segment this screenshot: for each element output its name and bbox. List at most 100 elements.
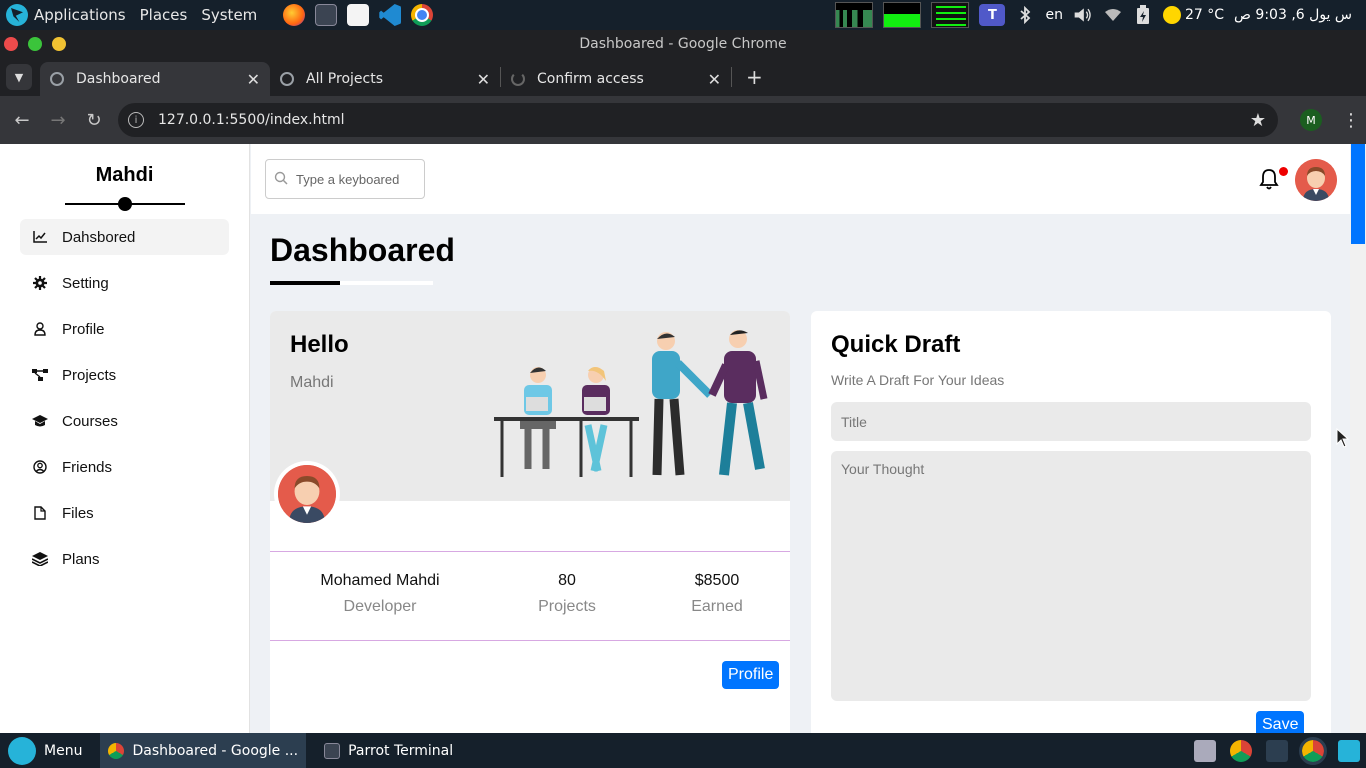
- profile-avatar[interactable]: M: [1300, 109, 1322, 131]
- main-content: Dashboared Hello Mahdi: [251, 144, 1350, 733]
- stat-value: Mohamed Mahdi: [320, 572, 440, 589]
- temperature: 27 °C: [1184, 7, 1225, 23]
- taskbar-item-terminal[interactable]: Parrot Terminal: [316, 733, 461, 768]
- settings-app-icon[interactable]: [1338, 739, 1360, 762]
- window-title: Dashboared - Google Chrome: [579, 36, 787, 52]
- globe-icon: [50, 72, 64, 86]
- stat-value: 80: [558, 572, 576, 589]
- sidebar-item-setting[interactable]: Setting: [20, 265, 229, 301]
- url-text[interactable]: 127.0.0.1:5500/index.html: [158, 112, 345, 128]
- network-graph-icon: [931, 2, 970, 28]
- start-menu-button[interactable]: Menu: [0, 733, 90, 768]
- bluetooth-icon[interactable]: [1015, 5, 1035, 25]
- tab-all-projects[interactable]: All Projects ✕: [270, 62, 500, 96]
- quick-draft-heading: Quick Draft: [831, 331, 961, 358]
- address-bar[interactable]: i 127.0.0.1:5500/index.html ★: [118, 103, 1278, 137]
- search-input[interactable]: [296, 171, 416, 187]
- sidebar-item-profile[interactable]: Profile: [20, 311, 229, 347]
- profile-button[interactable]: Profile: [722, 661, 780, 689]
- search-box[interactable]: [265, 159, 425, 199]
- wifi-icon[interactable]: [1103, 5, 1123, 25]
- taskbar-item-chrome[interactable]: Dashboared - Google ...: [100, 733, 307, 768]
- graduation-cap-icon: [32, 413, 48, 429]
- bookmark-star-icon[interactable]: ★: [1250, 110, 1266, 131]
- tab-confirm-access[interactable]: Confirm access ✕: [501, 62, 731, 96]
- sidebar-item-files[interactable]: Files: [20, 495, 229, 531]
- new-tab-button[interactable]: +: [746, 65, 763, 89]
- welcome-name: Mahdi: [290, 374, 334, 391]
- stat-name: Mohamed Mahdi Developer: [310, 572, 450, 616]
- tab-dashboared[interactable]: Dashboared ✕: [40, 62, 270, 96]
- reload-icon[interactable]: ↻: [76, 110, 112, 131]
- sidebar-item-label: Plans: [62, 550, 100, 568]
- notification-badge: [1279, 167, 1288, 176]
- app-launchers: [283, 4, 434, 26]
- stat-label: Earned: [691, 598, 743, 615]
- sidebar-item-friends[interactable]: Friends: [20, 449, 229, 485]
- teams-icon[interactable]: T: [979, 4, 1006, 26]
- chrome-icon[interactable]: [411, 4, 434, 26]
- more-vertical-icon[interactable]: ⋮: [1342, 110, 1360, 131]
- keyboard-language[interactable]: en: [1045, 7, 1063, 23]
- clock[interactable]: س يول 6, 9:03 ص: [1234, 7, 1352, 23]
- diagram-project-icon: [32, 367, 48, 383]
- os-menu-applications[interactable]: Applications: [34, 6, 126, 24]
- back-arrow-icon[interactable]: ←: [4, 110, 40, 131]
- chrome-icon[interactable]: [1230, 739, 1252, 762]
- chrome-window-icon[interactable]: [1299, 736, 1327, 765]
- os-menu-places[interactable]: Places: [140, 6, 188, 24]
- close-tab-icon[interactable]: ✕: [247, 70, 260, 89]
- team-illustration: [494, 330, 768, 477]
- system-tray: T en 27 °C س يول 6, 9:03 ص: [835, 0, 1366, 30]
- sidebar-item-plans[interactable]: Plans: [20, 541, 229, 577]
- close-tab-icon[interactable]: ✕: [477, 70, 490, 89]
- page-scrollbar[interactable]: [1350, 144, 1366, 733]
- tab-title: Dashboared: [76, 71, 161, 87]
- terminal-icon[interactable]: [315, 4, 338, 26]
- weather-icon: [1162, 6, 1181, 24]
- circle-user-icon: [32, 459, 48, 475]
- chrome-icon: [108, 742, 125, 759]
- volume-icon[interactable]: [1073, 5, 1093, 25]
- tab-title: Confirm access: [537, 71, 644, 87]
- close-window-button[interactable]: [4, 37, 18, 51]
- draft-title-input[interactable]: [831, 402, 1311, 441]
- title-underline: [270, 281, 433, 285]
- parrot-logo-icon[interactable]: [6, 4, 28, 26]
- text-editor-icon[interactable]: [347, 4, 370, 26]
- save-button[interactable]: Save: [1256, 711, 1305, 733]
- globe-icon: [280, 72, 294, 86]
- tab-title: All Projects: [306, 71, 383, 87]
- sidebar-item-dashboard[interactable]: Dahsbored: [20, 219, 229, 255]
- tab-search-chevron-down-icon[interactable]: ▼: [6, 64, 32, 90]
- taskbar-item-label: Parrot Terminal: [348, 742, 454, 759]
- minimize-window-button[interactable]: [52, 37, 66, 51]
- scrollbar-thumb[interactable]: [1351, 144, 1365, 244]
- draft-thought-textarea[interactable]: [831, 451, 1311, 701]
- parrot-logo-icon: [8, 736, 36, 765]
- file-icon: [32, 505, 48, 521]
- terminal-icon: [324, 742, 341, 759]
- memory-graph-icon: [883, 2, 922, 28]
- workspace-icon[interactable]: [1194, 739, 1216, 762]
- bell-icon[interactable]: [1259, 168, 1281, 190]
- menu-label: Menu: [44, 742, 83, 759]
- close-tab-icon[interactable]: ✕: [708, 70, 721, 89]
- sidebar-item-courses[interactable]: Courses: [20, 403, 229, 439]
- firefox-icon[interactable]: [283, 4, 306, 26]
- battery-icon[interactable]: [1133, 5, 1153, 25]
- sidebar-item-label: Setting: [62, 274, 109, 292]
- maximize-window-button[interactable]: [28, 37, 42, 51]
- os-menu-system[interactable]: System: [201, 6, 257, 24]
- sidebar-item-projects[interactable]: Projects: [20, 357, 229, 393]
- stat-projects: 80 Projects: [527, 572, 607, 616]
- os-taskbar: Menu Dashboared - Google ... Parrot Term…: [0, 733, 1366, 768]
- avatar[interactable]: [1295, 159, 1337, 201]
- sidebar-item-label: Courses: [62, 412, 118, 430]
- site-info-icon[interactable]: i: [128, 112, 144, 128]
- forward-arrow-icon[interactable]: →: [40, 110, 76, 131]
- loading-spinner-icon: [511, 72, 525, 86]
- workspace-empty-icon[interactable]: [1266, 739, 1288, 762]
- vscode-icon[interactable]: [379, 4, 402, 26]
- brand-underline: [64, 197, 185, 211]
